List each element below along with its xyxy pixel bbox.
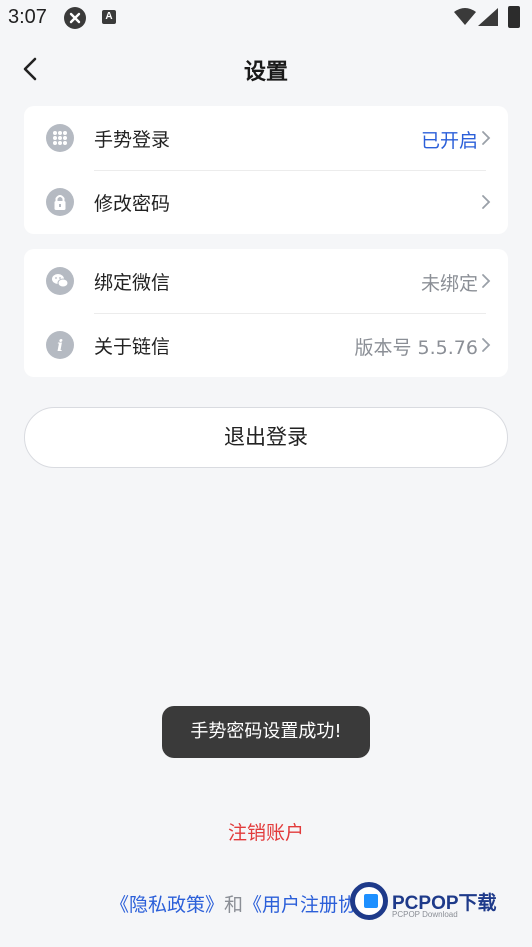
footer-and-text: 和 bbox=[224, 894, 244, 916]
bind-wechat-status: 未绑定 bbox=[420, 273, 478, 295]
a-badge-icon: A bbox=[102, 10, 116, 24]
x-circle-icon bbox=[64, 7, 86, 29]
watermark: PCPOP下载 PCPOP Download bbox=[350, 880, 526, 930]
settings-group-account: 绑定微信 未绑定 i 关于链信 版本号 5.5.76 bbox=[24, 249, 508, 377]
about-label: 关于链信 bbox=[94, 336, 171, 358]
chevron-right-icon bbox=[482, 338, 491, 352]
logout-button[interactable]: 退出登录 bbox=[24, 407, 508, 468]
page-title: 设置 bbox=[243, 60, 288, 85]
chevron-right-icon bbox=[482, 274, 491, 288]
grid-dots-icon bbox=[46, 124, 74, 152]
gesture-login-status: 已开启 bbox=[420, 130, 478, 152]
watermark-subtext: PCPOP Download bbox=[392, 910, 458, 919]
about-row[interactable]: i 关于链信 版本号 5.5.76 bbox=[24, 313, 508, 377]
info-icon: i bbox=[46, 331, 74, 359]
toast-message: 手势密码设置成功! bbox=[162, 706, 370, 758]
wechat-icon bbox=[46, 267, 74, 295]
bind-wechat-label: 绑定微信 bbox=[94, 272, 171, 294]
settings-group-security: 手势登录 已开启 修改密码 bbox=[24, 106, 508, 234]
watermark-dot bbox=[364, 894, 378, 908]
status-time: 3:07 bbox=[8, 6, 47, 28]
battery-icon bbox=[508, 6, 520, 28]
change-password-row[interactable]: 修改密码 bbox=[24, 170, 508, 234]
gesture-login-label: 手势登录 bbox=[94, 129, 171, 151]
version-value: 版本号 5.5.76 bbox=[354, 337, 478, 359]
signal-icon bbox=[478, 8, 498, 26]
svg-text:i: i bbox=[57, 336, 63, 355]
lock-icon bbox=[46, 188, 74, 216]
cancel-account-link[interactable]: 注销账户 bbox=[0, 818, 532, 845]
change-password-label: 修改密码 bbox=[94, 193, 171, 215]
chevron-right-icon bbox=[482, 131, 491, 145]
gesture-login-row[interactable]: 手势登录 已开启 bbox=[24, 106, 508, 170]
nav-header: 设置 bbox=[0, 40, 532, 98]
wifi-icon bbox=[454, 8, 476, 25]
bind-wechat-row[interactable]: 绑定微信 未绑定 bbox=[24, 249, 508, 313]
privacy-policy-link[interactable]: 《隐私政策》 bbox=[110, 894, 224, 916]
status-bar: 3:07 A bbox=[0, 0, 532, 36]
chevron-right-icon bbox=[482, 195, 491, 209]
